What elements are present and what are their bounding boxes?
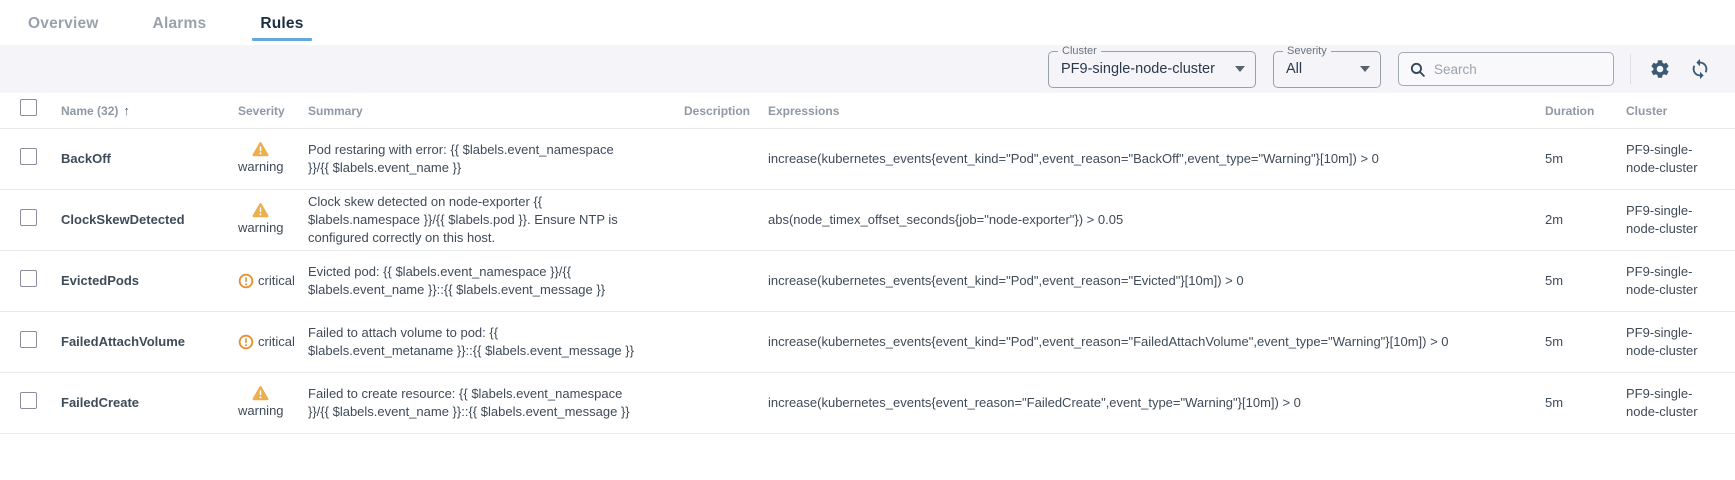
rule-summary: Failed to create resource: {{ $labels.ev… (308, 385, 684, 421)
rule-summary: Clock skew detected on node-exporter {{ … (308, 193, 684, 248)
rule-duration: 5m (1545, 150, 1626, 168)
chevron-down-icon (1235, 66, 1245, 72)
row-checkbox[interactable] (20, 270, 37, 287)
rule-name: ClockSkewDetected (61, 211, 238, 229)
refresh-button[interactable] (1687, 56, 1713, 82)
rule-name: FailedCreate (61, 394, 238, 412)
rule-expression: increase(kubernetes_events{event_kind="P… (768, 272, 1545, 290)
column-header-name[interactable]: Name (32)↑ (61, 103, 238, 118)
row-checkbox[interactable] (20, 209, 37, 226)
select-all-checkbox[interactable] (20, 99, 37, 116)
search-box (1398, 52, 1614, 86)
table-body: BackOff warning Pod restaring with error… (0, 129, 1735, 434)
rule-expression: abs(node_timex_offset_seconds{job="node-… (768, 211, 1545, 229)
table-row: FailedAttachVolume critical Failed to at… (0, 312, 1735, 373)
column-header-severity[interactable]: Severity (238, 104, 308, 118)
rule-expression: increase(kubernetes_events{event_reason=… (768, 394, 1545, 412)
tab-alarms[interactable]: Alarms (147, 5, 213, 41)
settings-button[interactable] (1647, 56, 1673, 82)
rules-page: Overview Alarms Rules Cluster PF9-single… (0, 0, 1735, 480)
rule-name: BackOff (61, 150, 238, 168)
column-header-summary[interactable]: Summary (308, 104, 684, 118)
table-row: BackOff warning Pod restaring with error… (0, 129, 1735, 190)
gear-icon (1649, 58, 1671, 80)
sort-ascending-icon: ↑ (123, 103, 130, 118)
cluster-filter-value: PF9-single-node-cluster (1061, 61, 1215, 77)
rule-summary: Evicted pod: {{ $labels.event_namespace … (308, 263, 684, 299)
critical-icon (238, 273, 254, 289)
refresh-icon (1689, 58, 1711, 80)
rule-duration: 5m (1545, 272, 1626, 290)
rule-name: FailedAttachVolume (61, 333, 238, 351)
severity-cell: critical (238, 333, 295, 351)
row-checkbox[interactable] (20, 331, 37, 348)
row-checkbox[interactable] (20, 148, 37, 165)
rule-name: EvictedPods (61, 272, 238, 290)
severity-cell: warning (238, 202, 284, 237)
warning-icon (252, 141, 269, 157)
rule-duration: 5m (1545, 333, 1626, 351)
search-icon (1409, 61, 1426, 78)
cluster-filter-select[interactable]: Cluster PF9-single-node-cluster (1048, 51, 1256, 88)
tab-rules[interactable]: Rules (254, 5, 309, 41)
rule-cluster: PF9-single-node-cluster (1626, 385, 1723, 421)
table-row: EvictedPods critical Evicted pod: {{ $la… (0, 251, 1735, 312)
column-header-description[interactable]: Description (684, 104, 768, 118)
severity-label: critical (258, 272, 295, 290)
cluster-filter-label: Cluster (1058, 45, 1101, 57)
chevron-down-icon (1360, 66, 1370, 72)
table-row: FailedCreate warning Failed to create re… (0, 373, 1735, 434)
column-header-duration[interactable]: Duration (1545, 104, 1626, 118)
table-header: Name (32)↑ Severity Summary Description … (0, 93, 1735, 129)
rule-summary: Pod restaring with error: {{ $labels.eve… (308, 141, 684, 177)
rule-cluster: PF9-single-node-cluster (1626, 141, 1723, 177)
rule-cluster: PF9-single-node-cluster (1626, 324, 1723, 360)
column-header-expressions[interactable]: Expressions (768, 104, 1545, 118)
critical-icon (238, 334, 254, 350)
severity-label: warning (238, 402, 284, 420)
rule-duration: 2m (1545, 211, 1626, 229)
search-input[interactable] (1434, 62, 1603, 77)
rule-expression: increase(kubernetes_events{event_kind="P… (768, 150, 1545, 168)
tab-overview[interactable]: Overview (22, 5, 105, 41)
rule-expression: increase(kubernetes_events{event_kind="P… (768, 333, 1545, 351)
rule-summary: Failed to attach volume to pod: {{ $labe… (308, 324, 684, 360)
tab-bar: Overview Alarms Rules (0, 0, 1735, 45)
row-checkbox[interactable] (20, 392, 37, 409)
severity-filter-select[interactable]: Severity All (1273, 51, 1381, 88)
warning-icon (252, 385, 269, 401)
severity-cell: warning (238, 385, 284, 420)
severity-filter-value: All (1286, 61, 1302, 77)
severity-filter-label: Severity (1283, 45, 1331, 57)
column-header-cluster[interactable]: Cluster (1626, 104, 1723, 118)
rule-duration: 5m (1545, 394, 1626, 412)
severity-label: critical (258, 333, 295, 351)
severity-label: warning (238, 158, 284, 176)
rule-cluster: PF9-single-node-cluster (1626, 263, 1723, 299)
rule-cluster: PF9-single-node-cluster (1626, 202, 1723, 238)
filter-toolbar: Cluster PF9-single-node-cluster Severity… (0, 45, 1735, 93)
warning-icon (252, 202, 269, 218)
severity-cell: warning (238, 141, 284, 176)
severity-cell: critical (238, 272, 295, 290)
table-row: ClockSkewDetected warning Clock skew det… (0, 190, 1735, 251)
severity-label: warning (238, 219, 284, 237)
toolbar-divider (1630, 54, 1631, 84)
